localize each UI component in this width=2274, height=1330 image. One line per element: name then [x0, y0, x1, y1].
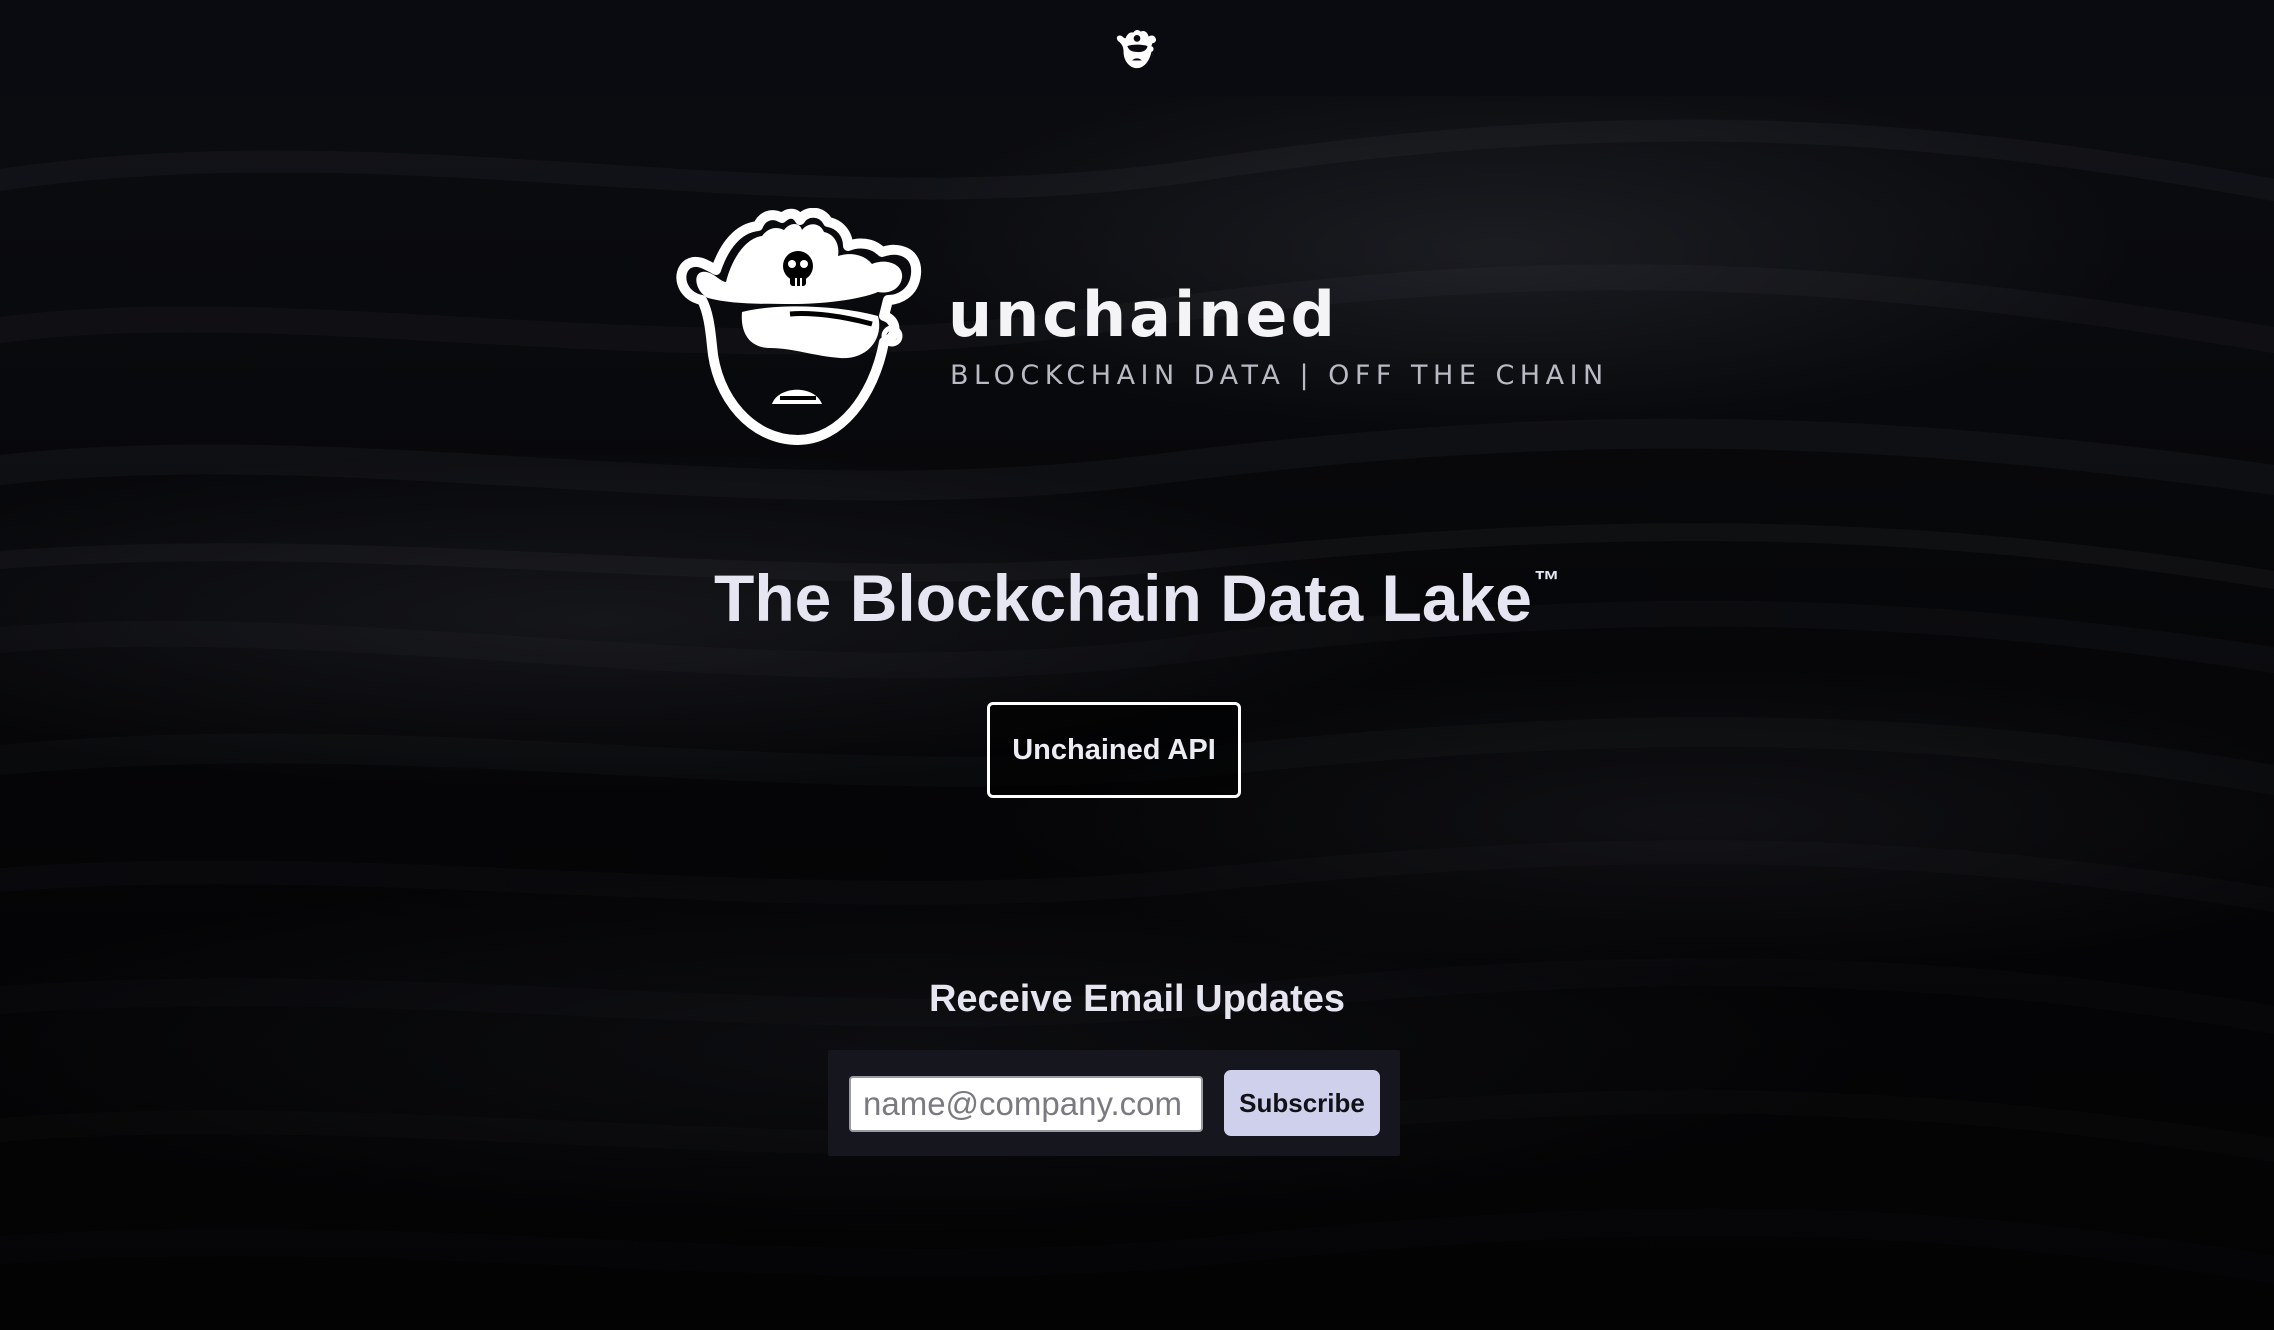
subscribe-button[interactable]: Subscribe [1224, 1070, 1380, 1136]
headline-text: The Blockchain Data Lake [714, 561, 1532, 635]
subscribe-form: Subscribe [828, 1050, 1400, 1156]
landing-page: unchained BLOCKCHAIN DATA | OFF THE CHAI… [0, 0, 2274, 1330]
unchained-api-button[interactable]: Unchained API [987, 702, 1241, 798]
email-updates-heading: Receive Email Updates [928, 978, 1346, 1020]
pirate-logo-icon[interactable] [1113, 24, 1161, 72]
brand-name: unchained [948, 278, 1338, 351]
brand-tagline: BLOCKCHAIN DATA | OFF THE CHAIN [950, 360, 1609, 391]
page-title: The Blockchain Data Lake™ [0, 562, 2274, 635]
hero-logo: unchained BLOCKCHAIN DATA | OFF THE CHAI… [672, 208, 1603, 458]
top-navbar [0, 0, 2274, 96]
email-field[interactable] [849, 1076, 1203, 1132]
pirate-mascot-icon [676, 208, 922, 445]
trademark-symbol: ™ [1533, 565, 1560, 595]
